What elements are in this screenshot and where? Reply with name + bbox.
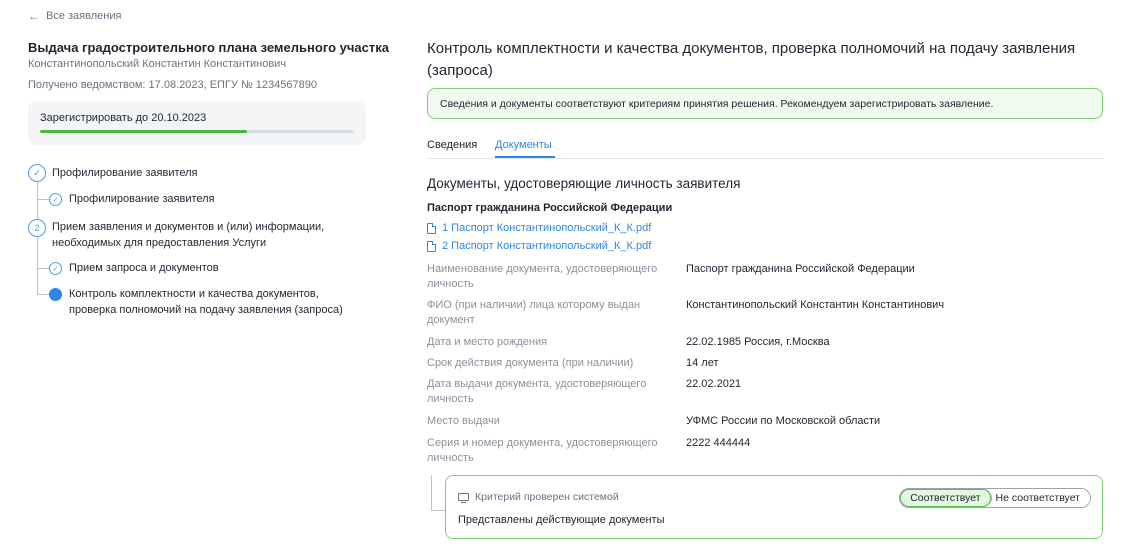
- success-alert: Сведения и документы соответствуют крите…: [427, 88, 1103, 119]
- field-label-line: ФИО (при наличии) лица которому выдан: [427, 299, 641, 311]
- substep-label: Профилирование заявителя: [69, 193, 215, 205]
- file-icon: [427, 240, 436, 252]
- substep-label-current: Контроль комплектности и качества докуме…: [69, 286, 343, 318]
- field-value: 2222 444444: [686, 437, 751, 449]
- field-label-line: Наименование документа, удостоверяющего: [427, 263, 658, 275]
- back-link-label: Все заявления: [46, 10, 122, 22]
- document-name: Паспорт гражданина Российской Федерации: [427, 202, 673, 214]
- tab-info[interactable]: Сведения: [427, 139, 477, 151]
- current-step-dot: [49, 288, 62, 301]
- field-value: Паспорт гражданина Российской Федерации: [686, 263, 915, 275]
- criterion-header: Критерий проверен системой: [458, 491, 619, 504]
- check-icon: ✓: [49, 193, 62, 206]
- criterion-card: Критерий проверен системой Представлены …: [445, 475, 1103, 539]
- field-value: УФМС России по Московской области: [686, 415, 881, 427]
- page-title: Контроль комплектности и качества докуме…: [427, 40, 1076, 79]
- criterion-connector: [431, 510, 445, 511]
- step-label-line: Контроль комплектности и качества докуме…: [69, 288, 319, 300]
- registration-deadline-card: Зарегистрировать до 20.10.2023: [28, 101, 366, 145]
- application-title: Выдача градостроительного плана земельно…: [28, 40, 389, 55]
- tab-documents[interactable]: Документы: [495, 139, 552, 151]
- step-connector: [37, 199, 49, 200]
- criterion-connector: [431, 475, 432, 511]
- match-button[interactable]: Соответствует: [900, 489, 992, 507]
- step-connector: [37, 294, 49, 295]
- step-label: Профилирование заявителя: [52, 167, 198, 179]
- substep-label: Прием запроса и документов: [69, 262, 219, 274]
- step-connector: [37, 237, 38, 295]
- step-label-line: Прием заявления и документов и (или) инф…: [52, 221, 325, 233]
- field-label: Серия и номер документа, удостоверяющего…: [427, 436, 675, 466]
- file-link-label: 2 Паспорт Константинопольский_К_К.pdf: [442, 240, 652, 252]
- step-connector: [37, 199, 38, 219]
- field-value: 22.02.1985 Россия, г.Москва: [686, 336, 830, 348]
- field-value: 22.02.2021: [686, 378, 742, 390]
- field-value: Константинопольский Константин Константи…: [686, 299, 945, 311]
- file-link[interactable]: 2 Паспорт Константинопольский_К_К.pdf: [427, 240, 651, 252]
- field-label-line: документ: [427, 314, 475, 326]
- step-connector: [37, 268, 49, 269]
- received-info: Получено ведомством: 17.08.2023, ЕПГУ № …: [28, 79, 317, 91]
- criterion-header-label: Критерий проверен системой: [475, 491, 619, 503]
- check-icon: ✓: [49, 262, 62, 275]
- step-label-line: необходимых для предоставления Услуги: [52, 237, 267, 249]
- field-label-line: личность: [427, 452, 474, 464]
- step-number: 2: [34, 223, 40, 233]
- field-value: 14 лет: [686, 357, 719, 369]
- field-label-line: Дата выдачи документа, удостоверяющего: [427, 378, 647, 390]
- field-label: Наименование документа, удостоверяющего …: [427, 262, 675, 292]
- field-label: ФИО (при наличии) лица которому выдан до…: [427, 298, 675, 328]
- check-icon: ✓: [28, 164, 46, 182]
- field-label: Дата выдачи документа, удостоверяющего л…: [427, 377, 675, 407]
- arrow-left-icon: ←: [28, 9, 40, 23]
- back-link[interactable]: ← Все заявления: [28, 9, 121, 23]
- deadline-progress-fill: [40, 130, 248, 133]
- active-tab-indicator: [495, 156, 555, 158]
- field-label: Срок действия документа (при наличии): [427, 357, 634, 369]
- field-label-line: личность: [427, 278, 474, 290]
- field-label-line: Серия и номер документа, удостоверяющего: [427, 437, 658, 449]
- no-match-button[interactable]: Не соответствует: [991, 489, 1090, 507]
- step-number-badge: 2: [28, 219, 46, 237]
- step-label: Прием заявления и документов и (или) инф…: [52, 219, 324, 251]
- file-icon: [427, 222, 436, 234]
- deadline-progress-bar: [40, 130, 354, 133]
- step-connector: [37, 182, 38, 200]
- applicant-name: Константинопольский Константин Константи…: [28, 58, 287, 70]
- file-link-label: 1 Паспорт Константинопольский_К_К.pdf: [442, 222, 652, 234]
- file-link[interactable]: 1 Паспорт Константинопольский_К_К.pdf: [427, 222, 651, 234]
- section-title: Документы, удостоверяющие личность заяви…: [427, 176, 741, 191]
- field-label: Место выдачи: [427, 415, 500, 427]
- tabs: Сведения Документы: [427, 137, 1103, 159]
- criterion-text: Представлены действующие документы: [458, 514, 665, 526]
- criterion-toggle: Соответствует Не соответствует: [899, 488, 1091, 508]
- field-label: Дата и место рождения: [427, 336, 548, 348]
- field-label-line: личность: [427, 393, 474, 405]
- step-label-line: проверка полномочий на подачу заявления …: [69, 304, 343, 316]
- monitor-icon: [458, 493, 469, 504]
- registration-deadline-label: Зарегистрировать до 20.10.2023: [40, 112, 207, 124]
